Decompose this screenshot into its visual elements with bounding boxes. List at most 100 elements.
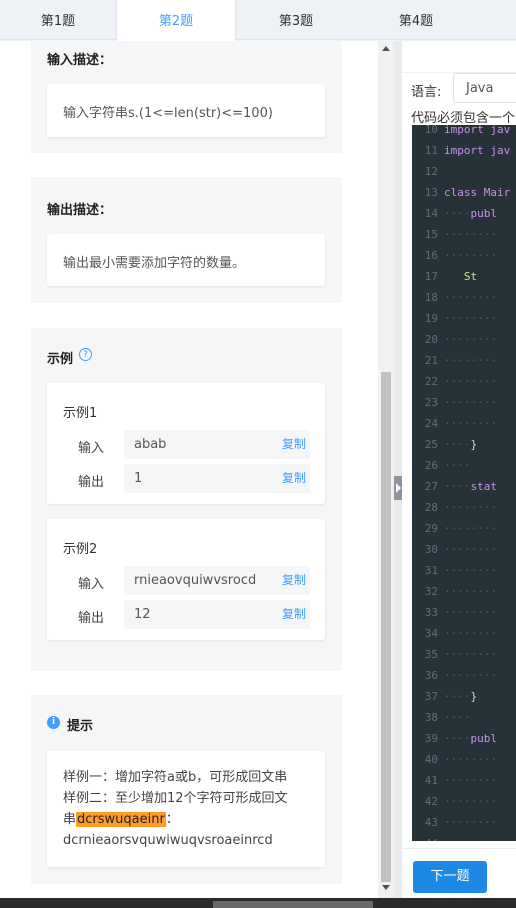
example-input-value: rnieaovquiwvsrocd <box>134 573 257 588</box>
code-text: class Mair <box>444 186 511 199</box>
code-text: ········ <box>444 816 497 829</box>
code-line: 10 import jav <box>412 125 516 144</box>
line-number: 15 <box>424 228 438 241</box>
code-editor[interactable]: 10 import jav 11 import jav 12 13 class Mair 14… <box>412 125 516 841</box>
input-description-section: 输入描述： 输入字符串s.(1<=len(str)<=100) <box>31 41 342 153</box>
code-text: ········ <box>444 543 497 556</box>
line-number: 17 <box>424 270 438 283</box>
example-card-2: 示例2 输入 rnieaovquiwvsrocd 复制 输出 12 复制 <box>47 519 325 640</box>
hint-text: 样例一：增加字符a或b，可形成回文串 样例二：至少增加12个字符可形成回文 串d… <box>63 767 319 851</box>
copy-input-button[interactable]: 复制 <box>282 571 306 588</box>
line-number: 23 <box>424 396 438 409</box>
code-line: 21 ········ <box>412 354 516 375</box>
code-line: 38 ···· <box>412 711 516 732</box>
code-text: ········ <box>444 312 497 325</box>
code-text: ········ <box>444 417 497 430</box>
line-number: 21 <box>424 354 438 367</box>
language-value: Java <box>466 81 494 96</box>
code-text: ···· <box>444 459 471 472</box>
tab-problem-3[interactable]: 第3题 <box>236 0 356 40</box>
scrollbar-thumb[interactable] <box>381 372 391 882</box>
code-text: ····} <box>444 690 478 703</box>
code-line: 34 ········ <box>412 627 516 648</box>
code-text: ········ <box>444 249 497 262</box>
output-description-section: 输出描述： 输出最小需要添加字符的数量。 <box>31 177 342 303</box>
line-number: 29 <box>424 522 438 535</box>
code-line: 15 ········ <box>412 228 516 249</box>
output-description-text: 输出最小需要添加字符的数量。 <box>63 256 246 271</box>
hint-card: 样例一：增加字符a或b，可形成回文串 样例二：至少增加12个字符可形成回文 串d… <box>47 751 325 867</box>
hint-title: 提示 <box>67 719 94 734</box>
problem-tabs: 第1题 第2题 第3题 第4题 <box>0 0 516 41</box>
line-number: 24 <box>424 417 438 430</box>
language-select[interactable]: Java <box>453 73 516 103</box>
line-number: 12 <box>424 165 438 178</box>
code-line: 30 ········ <box>412 543 516 564</box>
code-text: ···· <box>444 711 471 724</box>
input-description-title: 输入描述： <box>47 53 113 68</box>
line-number: 19 <box>424 312 438 325</box>
code-line: 24 ········ <box>412 417 516 438</box>
code-line: 39 ····publ <box>412 732 516 753</box>
code-line: 42 ········ <box>412 795 516 816</box>
horizontal-scrollbar-thumb[interactable] <box>213 901 373 908</box>
code-line: 12 <box>412 165 516 186</box>
output-description-title: 输出描述： <box>47 203 113 218</box>
example-output-box: 1 复制 <box>124 464 310 493</box>
line-number: 36 <box>424 669 438 682</box>
hint-line-2: 样例二：至少增加12个字符可形成回文 <box>63 791 288 806</box>
input-label: 输入 <box>78 441 105 456</box>
left-panel-scrollbar[interactable] <box>378 41 394 898</box>
code-text: St <box>444 270 478 283</box>
code-line: 32 ········ <box>412 585 516 606</box>
code-text: ········ <box>444 354 497 367</box>
line-number: 18 <box>424 291 438 304</box>
next-problem-button[interactable]: 下一题 <box>413 861 487 893</box>
scroll-up-arrow-icon[interactable] <box>382 46 390 51</box>
code-text: ········ <box>444 585 497 598</box>
highlighted-text: dcrswuqaeinr <box>76 812 166 827</box>
code-line: 11 import jav <box>412 144 516 165</box>
problem-description-panel: 输入描述： 输入字符串s.(1<=len(str)<=100) 输出描述： 输出… <box>0 41 378 898</box>
tab-problem-4[interactable]: 第4题 <box>356 0 476 40</box>
example-output-value: 12 <box>134 607 151 622</box>
scroll-down-arrow-icon[interactable] <box>382 885 390 890</box>
examples-title: 示例 <box>47 352 74 367</box>
editor-footer: 下一题 <box>402 848 516 898</box>
code-line: 22 ········ <box>412 375 516 396</box>
code-text: ········ <box>444 627 497 640</box>
output-label: 输出 <box>78 475 105 490</box>
code-line: 19 ········ <box>412 312 516 333</box>
help-icon[interactable]: ? <box>79 348 92 361</box>
panel-divider[interactable] <box>394 41 402 898</box>
example-input-box: rnieaovquiwvsrocd 复制 <box>124 566 310 595</box>
code-line: 17 St <box>412 270 516 291</box>
code-line: 27 ····stat <box>412 480 516 501</box>
line-number: 40 <box>424 753 438 766</box>
example-input-box: abab 复制 <box>124 430 310 459</box>
hint-line-3-suffix: ： <box>165 812 179 827</box>
code-line: 41 ········ <box>412 774 516 795</box>
input-label: 输入 <box>78 577 105 592</box>
code-text: ········ <box>444 795 497 808</box>
output-label: 输出 <box>78 611 105 626</box>
tab-problem-1[interactable]: 第1题 <box>0 0 116 40</box>
code-text: ········ <box>444 648 497 661</box>
code-text: ········ <box>444 564 497 577</box>
copy-input-button[interactable]: 复制 <box>282 435 306 452</box>
line-number: 22 <box>424 375 438 388</box>
code-line: 37 ····} <box>412 690 516 711</box>
copy-output-button[interactable]: 复制 <box>282 469 306 486</box>
code-text: ········ <box>444 774 497 787</box>
code-line: 25 ····} <box>412 438 516 459</box>
line-number: 10 <box>424 125 438 136</box>
tab-problem-2[interactable]: 第2题 <box>116 0 236 41</box>
line-number: 39 <box>424 732 438 745</box>
horizontal-scrollbar[interactable] <box>0 898 516 908</box>
copy-output-button[interactable]: 复制 <box>282 605 306 622</box>
code-text: ········ <box>444 522 497 535</box>
chevron-right-icon <box>396 483 401 493</box>
line-number: 27 <box>424 480 438 493</box>
code-text: ········ <box>444 501 497 514</box>
line-number: 37 <box>424 690 438 703</box>
